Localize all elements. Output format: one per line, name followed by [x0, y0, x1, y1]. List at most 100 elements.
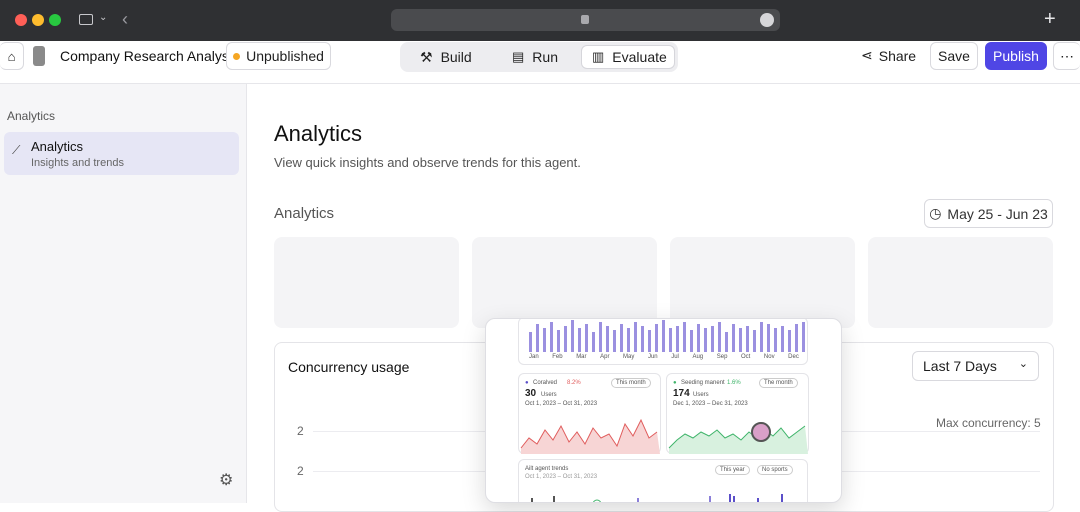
preview-bar — [627, 328, 630, 352]
preview-bar — [529, 332, 532, 352]
save-button[interactable]: Save — [930, 42, 978, 70]
address-bar[interactable] — [391, 9, 780, 31]
period-label: Last 7 Days — [923, 358, 997, 374]
cursor-avatar — [751, 422, 771, 442]
bottom-trend-chart: Ailt agent trends Oct 1, 2023 – Oct 31, … — [518, 459, 808, 502]
month-label: Sep — [716, 354, 728, 360]
chart-line-icon: ⟋ — [12, 143, 21, 157]
zoom-window-button[interactable] — [49, 14, 61, 26]
sidebar-item-label: Analytics — [31, 139, 84, 154]
month-label: Jul — [671, 354, 679, 360]
date-range-label: May 25 - Jun 23 — [947, 205, 1048, 222]
right-range: Dec 1, 2023 – Dec 31, 2023 — [673, 401, 748, 407]
period-select[interactable]: Last 7 Days ⌄ — [912, 351, 1039, 381]
preview-bar — [795, 324, 798, 352]
left-period-select[interactable]: This month — [611, 378, 651, 388]
run-icon: ▤ — [512, 49, 525, 64]
preview-bar — [648, 330, 651, 352]
back-icon[interactable]: ‹ — [122, 9, 128, 30]
preview-bar — [543, 328, 546, 352]
new-tab-icon[interactable]: + — [1044, 8, 1056, 31]
month-label: Dec — [788, 354, 799, 360]
bottom-filter-select[interactable]: No sports — [757, 465, 793, 475]
right-mini-chart: ● Seeding manent 1.6% The month 174 User… — [666, 373, 809, 454]
sidebar-item-analytics[interactable]: ⟋ Analytics Insights and trends — [4, 132, 239, 175]
concurrency-title: Concurrency usage — [288, 359, 410, 375]
tab-run-label: Run — [532, 49, 558, 65]
clock-icon: ◷ — [929, 205, 942, 221]
preview-bar — [767, 324, 770, 352]
share-label: Share — [878, 47, 917, 64]
status-badge: Unpublished — [226, 42, 331, 70]
preview-bar — [746, 326, 749, 352]
settings-icon[interactable]: ⚙ — [219, 470, 233, 490]
right-value: 174 — [673, 388, 690, 399]
metric-card-2 — [472, 237, 657, 328]
y-tick-1: 2 — [297, 424, 304, 438]
sidebar-item-sub: Insights and trends — [31, 157, 124, 169]
left-unit: Users — [541, 392, 557, 398]
legend-dot: ● — [673, 380, 677, 386]
month-labels: Jan Feb Mar Apr May Jun Jul Aug Sep Oct … — [529, 354, 799, 360]
preview-bar — [718, 322, 721, 352]
tab-build-label: Build — [440, 49, 472, 65]
left-area-line — [520, 418, 660, 454]
month-label: Mar — [576, 354, 587, 360]
tab-run[interactable]: ▤ Run — [502, 45, 568, 69]
more-options-button[interactable]: ⋯ — [1053, 42, 1080, 70]
preview-bar — [606, 326, 609, 352]
preview-bar — [788, 330, 791, 352]
chevron-down-icon[interactable]: ⌄ — [99, 12, 107, 23]
metric-card-1 — [274, 237, 459, 328]
max-concurrency-label: Max concurrency: 5 — [936, 416, 1041, 430]
metric-card-3 — [670, 237, 855, 328]
preview-bar — [599, 322, 602, 352]
share-button[interactable]: ⋖ Share — [861, 47, 916, 64]
preview-bar — [585, 324, 588, 352]
preview-bar — [571, 320, 574, 352]
app-header: ⌂ Company Research Analyst Unpublished ⚒… — [0, 41, 1080, 84]
sidebar-toggle-icon[interactable] — [79, 14, 93, 25]
preview-bar — [641, 326, 644, 352]
y-tick-2: 2 — [297, 464, 304, 478]
section-title: Analytics — [274, 205, 335, 222]
publish-button[interactable]: Publish — [985, 42, 1047, 70]
tab-evaluate-label: Evaluate — [612, 49, 667, 65]
preview-bar — [564, 326, 567, 352]
chevron-down-icon: ⌄ — [1018, 358, 1028, 370]
preview-bar — [613, 330, 616, 352]
preview-bar — [760, 322, 763, 352]
sidebar: Analytics ⟋ Analytics Insights and trend… — [0, 84, 247, 503]
month-label: Feb — [552, 354, 563, 360]
page-subtitle: View quick insights and observe trends f… — [274, 155, 581, 170]
month-label: Apr — [600, 354, 610, 360]
tab-evaluate[interactable]: ▥ Evaluate — [581, 45, 675, 69]
page-title: Analytics — [274, 121, 363, 146]
right-period-select[interactable]: The month — [759, 378, 798, 388]
minimize-window-button[interactable] — [32, 14, 44, 26]
preview-bar — [557, 330, 560, 352]
right-delta: 1.6% — [727, 380, 741, 386]
bottom-range: Oct 1, 2023 – Oct 31, 2023 — [525, 474, 598, 480]
tab-build[interactable]: ⚒ Build — [410, 45, 482, 69]
preview-bar — [753, 330, 756, 352]
left-mini-chart: ● Coralved 8.2% This month 30 Users Oct … — [518, 373, 661, 454]
month-label: Jun — [647, 354, 658, 360]
more-icon[interactable] — [760, 13, 774, 27]
preview-bar — [774, 328, 777, 352]
preview-bar — [620, 324, 623, 352]
bar-chart-icon: ▥ — [592, 49, 605, 64]
home-icon[interactable]: ⌂ — [0, 42, 24, 70]
bottom-bars — [531, 494, 783, 502]
bottom-period-select[interactable]: This year — [715, 465, 750, 475]
preview-bar — [592, 332, 595, 352]
preview-bar — [704, 328, 707, 352]
date-range-button[interactable]: ◷ May 25 - Jun 23 — [924, 199, 1053, 228]
left-delta: 8.2% — [567, 380, 581, 386]
status-dot — [233, 52, 241, 60]
sidebar-section-title: Analytics — [7, 109, 56, 123]
status-label: Unpublished — [246, 48, 324, 64]
agent-avatar — [33, 46, 45, 66]
close-window-button[interactable] — [15, 14, 27, 26]
month-label: Nov — [763, 354, 775, 360]
